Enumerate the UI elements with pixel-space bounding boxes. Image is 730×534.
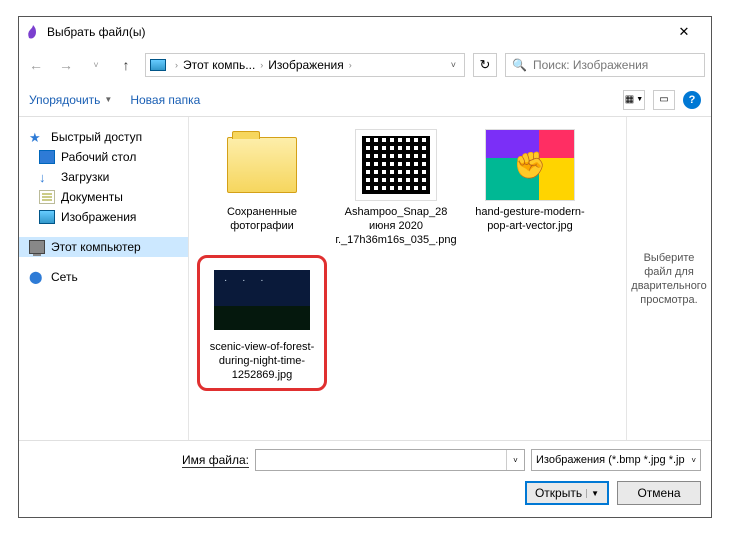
search-icon: 🔍 — [512, 58, 527, 72]
search-input[interactable]: 🔍 Поиск: Изображения — [505, 53, 705, 77]
sidebar-this-pc[interactable]: Этот компьютер — [19, 237, 188, 257]
file-label: Ashampoo_Snap_28 июня 2020 г._17h36m16s_… — [335, 205, 457, 247]
image-thumbnail — [485, 129, 575, 201]
chevron-right-icon: › — [172, 60, 181, 70]
download-icon: ↓ — [39, 170, 55, 184]
filename-history-dropdown[interactable]: ˅ — [506, 450, 524, 470]
close-button[interactable]: ✕ — [663, 18, 705, 46]
main-area: ★ Быстрый доступ Рабочий стол ↓ Загрузки… — [19, 117, 711, 440]
network-icon: ⬤ — [29, 270, 45, 284]
file-item-qr[interactable]: Ashampoo_Snap_28 июня 2020 г._17h36m16s_… — [331, 125, 461, 251]
file-label: Сохраненные фотографии — [201, 205, 323, 233]
toolbar: Упорядочить▼ Новая папка ▦ ▼ ▭ ? — [19, 83, 711, 117]
sidebar-documents[interactable]: Документы — [19, 187, 188, 207]
file-item-folder[interactable]: Сохраненные фотографии — [197, 125, 327, 251]
star-icon: ★ — [29, 130, 45, 144]
organize-menu[interactable]: Упорядочить▼ — [29, 93, 112, 107]
sidebar-network[interactable]: ⬤ Сеть — [19, 267, 188, 287]
file-open-dialog: Выбрать файл(ы) ✕ ← → ˅ ↑ › Этот компь..… — [18, 16, 712, 518]
refresh-button[interactable]: ↻ — [473, 53, 497, 77]
forward-button: → — [55, 54, 77, 76]
chevron-right-icon: › — [346, 60, 355, 70]
footer: Имя файла: ˅ Изображения (*.bmp *.jpg *.… — [19, 440, 711, 517]
pictures-icon — [39, 210, 55, 224]
sidebar: ★ Быстрый доступ Рабочий стол ↓ Загрузки… — [19, 117, 189, 440]
titlebar: Выбрать файл(ы) ✕ — [19, 17, 711, 47]
app-icon — [25, 24, 41, 40]
sidebar-desktop[interactable]: Рабочий стол — [19, 147, 188, 167]
file-item-scenic[interactable]: scenic-view-of-forest-during-night-time-… — [197, 255, 327, 391]
filetype-value: Изображения (*.bmp *.jpg *.jp — [536, 454, 685, 466]
cancel-button[interactable]: Отмена — [617, 481, 701, 505]
sidebar-pictures[interactable]: Изображения — [19, 207, 188, 227]
chevron-down-icon: ▼ — [586, 489, 599, 498]
chevron-right-icon: › — [257, 60, 266, 70]
view-mode-button[interactable]: ▦ ▼ — [623, 90, 645, 110]
help-button[interactable]: ? — [683, 91, 701, 109]
sidebar-quick-access[interactable]: ★ Быстрый доступ — [19, 127, 188, 147]
search-placeholder: Поиск: Изображения — [533, 58, 648, 72]
history-dropdown[interactable]: ˅ — [447, 60, 460, 70]
filetype-select[interactable]: Изображения (*.bmp *.jpg *.jp ˅ — [531, 449, 701, 471]
recent-dropdown[interactable]: ˅ — [85, 54, 107, 76]
filename-label: Имя файла: — [29, 453, 249, 467]
folder-icon — [227, 137, 297, 193]
breadcrumb-folder[interactable]: Изображения — [268, 58, 343, 72]
breadcrumb-pc[interactable]: Этот компь... — [183, 58, 255, 72]
computer-icon — [29, 240, 45, 254]
preview-pane: Выберите файл для дварительного просмотр… — [626, 117, 711, 440]
back-button[interactable]: ← — [25, 54, 47, 76]
file-label: hand-gesture-modern-pop-art-vector.jpg — [469, 205, 591, 233]
document-icon — [39, 190, 55, 204]
window-title: Выбрать файл(ы) — [47, 25, 663, 39]
nav-bar: ← → ˅ ↑ › Этот компь... › Изображения › … — [19, 47, 711, 83]
sidebar-downloads[interactable]: ↓ Загрузки — [19, 167, 188, 187]
new-folder-button[interactable]: Новая папка — [130, 93, 200, 107]
address-bar[interactable]: › Этот компь... › Изображения › ˅ — [145, 53, 465, 77]
file-item-popart[interactable]: hand-gesture-modern-pop-art-vector.jpg — [465, 125, 595, 251]
filename-input[interactable]: ˅ — [255, 449, 525, 471]
pictures-icon — [150, 59, 166, 71]
preview-pane-button[interactable]: ▭ — [653, 90, 675, 110]
up-button[interactable]: ↑ — [115, 54, 137, 76]
chevron-down-icon: ˅ — [691, 456, 696, 465]
chevron-down-icon: ▼ — [104, 95, 112, 104]
image-thumbnail — [355, 129, 437, 201]
open-button[interactable]: Открыть▼ — [525, 481, 609, 505]
image-thumbnail — [214, 270, 310, 330]
file-list[interactable]: Сохраненные фотографии Ashampoo_Snap_28 … — [189, 117, 626, 440]
desktop-icon — [39, 150, 55, 164]
preview-placeholder: Выберите файл для дварительного просмотр… — [631, 251, 707, 307]
file-label: scenic-view-of-forest-during-night-time-… — [204, 340, 320, 382]
